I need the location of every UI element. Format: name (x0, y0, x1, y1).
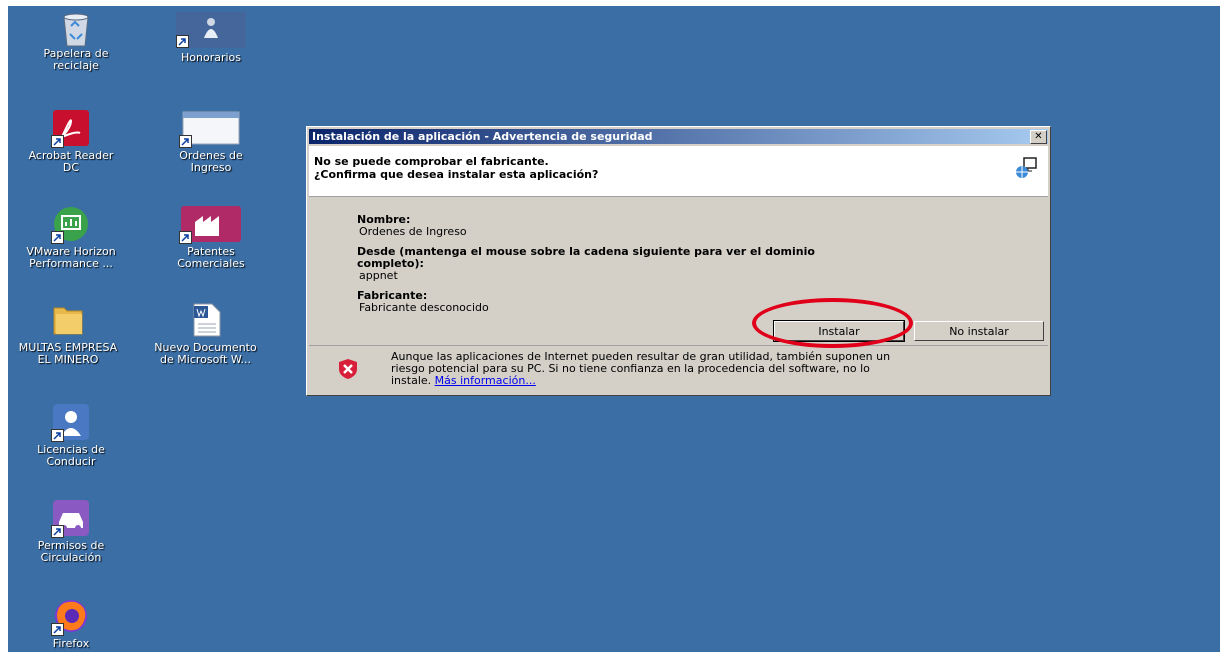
icon-label-line2: EL MINERO (37, 353, 99, 366)
desktop-icon-patentes-comerciales[interactable]: Patentes Comerciales (163, 206, 259, 270)
desktop-icon-permisos-de-circulacion[interactable]: Permisos de Circulación (23, 500, 119, 564)
factory-icon (179, 206, 241, 244)
desktop-icon-ordenes-de-ingreso[interactable]: Ordenes de Ingreso (163, 110, 259, 174)
install-button[interactable]: Instalar (773, 320, 905, 342)
recycle-bin-icon (58, 12, 94, 48)
install-globe-icon (1014, 156, 1038, 184)
icon-label-line2: Ingreso (190, 161, 232, 174)
icon-label-line1: Honorarios (180, 51, 241, 64)
desktop-icon-honorarios[interactable]: Honorarios (163, 12, 259, 64)
desktop-icon-multas-folder[interactable]: MULTAS EMPRESA EL MINERO (13, 302, 123, 366)
dialog-titlebar[interactable]: Instalación de la aplicación - Advertenc… (309, 129, 1048, 144)
dialog-body: Nombre: Ordenes de Ingreso Desde (manten… (309, 197, 1048, 346)
honorarios-icon (176, 12, 246, 48)
more-info-link[interactable]: Más información... (435, 374, 536, 387)
window-app-icon (179, 110, 241, 148)
desktop-icon-licencias-de-conducir[interactable]: Licencias de Conducir (23, 404, 119, 468)
desktop-icon-acrobat[interactable]: Acrobat Reader DC (23, 110, 119, 174)
word-doc-icon (188, 302, 224, 338)
dont-install-button[interactable]: No instalar (914, 321, 1044, 341)
close-button[interactable]: ✕ (1030, 130, 1047, 144)
icon-label-line2: reciclaje (53, 59, 99, 72)
name-value: Ordenes de Ingreso (359, 225, 467, 238)
icon-label-line2: Circulación (40, 551, 102, 564)
icon-label-line1: Firefox (52, 637, 90, 650)
icon-label-line2: Conducir (46, 455, 96, 468)
shortcut-arrow-icon (51, 525, 64, 538)
shield-error-icon (337, 358, 359, 384)
desktop-icon-firefox[interactable]: Firefox (23, 598, 119, 650)
warning-section: Aunque las aplicaciones de Internet pued… (309, 346, 1048, 396)
folder-icon (50, 302, 86, 338)
header-line-2: ¿Confirma que desea instalar esta aplica… (314, 168, 599, 181)
from-value[interactable]: appnet (359, 269, 398, 282)
from-label-line1: Desde (mantenga el mouse sobre la cadena… (357, 245, 815, 258)
acrobat-icon (51, 110, 89, 148)
shortcut-arrow-icon (51, 231, 64, 244)
icon-label-line2: Comerciales (177, 257, 245, 270)
icon-label-line2: DC (62, 161, 80, 174)
header-line-1: No se puede comprobar el fabricante. (314, 155, 549, 168)
car-icon (51, 500, 89, 538)
dialog-header: No se puede comprobar el fabricante. ¿Co… (309, 146, 1048, 197)
warning-line-3: instale. (391, 374, 432, 387)
publisher-value: Fabricante desconocido (359, 301, 489, 314)
icon-label-line2: Performance ... (29, 257, 113, 270)
security-warning-dialog: Instalación de la aplicación - Advertenc… (306, 126, 1051, 396)
firefox-icon (51, 598, 89, 636)
desktop-icon-vmware-horizon[interactable]: VMware Horizon Performance ... (23, 206, 119, 270)
shortcut-arrow-icon (51, 623, 64, 636)
warning-text: Aunque las aplicaciones de Internet pued… (391, 351, 1051, 387)
icon-label-line2: de Microsoft W... (160, 353, 251, 366)
shortcut-arrow-icon (51, 429, 64, 442)
dialog-title: Instalación de la aplicación - Advertenc… (312, 130, 653, 143)
vmware-icon (51, 206, 89, 244)
license-icon (51, 404, 89, 442)
shortcut-arrow-icon (51, 135, 64, 148)
shortcut-arrow-icon (176, 35, 189, 48)
shortcut-arrow-icon (179, 231, 192, 244)
desktop-icon-recycle-bin[interactable]: Papelera de reciclaje (28, 12, 124, 72)
shortcut-arrow-icon (179, 135, 192, 148)
desktop-icon-word-document[interactable]: Nuevo Documento de Microsoft W... (143, 302, 268, 366)
